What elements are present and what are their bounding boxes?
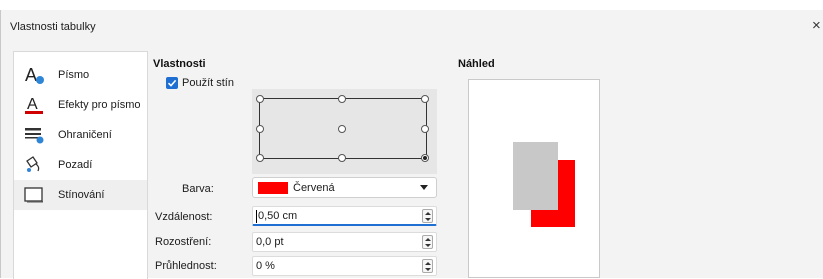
chevron-down-icon <box>420 185 428 190</box>
sidebar-item-shadow[interactable]: Stínování <box>14 180 147 210</box>
sidebar-item-background[interactable]: Pozadí <box>14 150 147 180</box>
position-bottom-left[interactable] <box>256 154 264 162</box>
position-top-right[interactable] <box>421 95 429 103</box>
text-caret <box>256 210 257 223</box>
color-label: Barva: <box>182 183 214 195</box>
distance-value: 0,50 cm <box>258 210 298 222</box>
transparency-value: 0 % <box>256 260 275 272</box>
spin-buttons[interactable] <box>422 209 433 223</box>
sidebar-item-borders[interactable]: Ohraničení <box>14 120 147 150</box>
spin-buttons[interactable] <box>422 259 433 273</box>
sidebar-item-label: Ohraničení <box>58 129 112 141</box>
dialog-title: Vlastnosti tabulky <box>10 21 96 33</box>
transparency-spinner[interactable]: 0 % <box>252 256 437 276</box>
svg-text:A: A <box>25 65 37 85</box>
position-bottom[interactable] <box>338 154 346 162</box>
sidebar-item-label: Písmo <box>58 69 90 81</box>
table-properties-dialog: Vlastnosti tabulky × A Písmo A Efekty pr… <box>0 10 823 279</box>
position-bottom-right[interactable] <box>421 154 429 162</box>
blur-value: 0,0 pt <box>256 236 284 248</box>
distance-label: Vzdálenost: <box>155 211 213 223</box>
svg-text:A: A <box>27 96 38 113</box>
font-icon: A <box>24 65 46 85</box>
font-effects-icon: A <box>24 95 46 115</box>
background-icon <box>24 155 46 175</box>
blur-label: Rozostření: <box>155 236 212 248</box>
spin-buttons[interactable] <box>422 235 433 249</box>
color-value: Červená <box>293 182 335 194</box>
blur-spinner[interactable]: 0,0 pt <box>252 232 437 252</box>
color-swatch <box>258 182 288 194</box>
sidebar-item-font[interactable]: A Písmo <box>14 60 147 90</box>
distance-spinner[interactable]: 0,50 cm <box>252 206 437 226</box>
sidebar-item-label: Stínování <box>58 189 105 201</box>
checkmark-icon <box>167 79 177 87</box>
sidebar-item-label: Pozadí <box>58 159 93 171</box>
position-top-left[interactable] <box>256 95 264 103</box>
shadow-position-selector <box>252 89 437 174</box>
borders-icon <box>24 125 46 145</box>
preview-heading: Náhled <box>458 58 495 70</box>
position-left[interactable] <box>256 125 264 133</box>
position-center[interactable] <box>338 125 346 133</box>
sidebar-item-font-effects[interactable]: A Efekty pro písmo <box>14 90 147 120</box>
preview-object <box>513 142 558 210</box>
title-bar: Vlastnosti tabulky × <box>1 10 823 44</box>
position-top[interactable] <box>338 95 346 103</box>
use-shadow-label: Použít stín <box>182 77 234 89</box>
transparency-label: Průhlednost: <box>155 260 217 272</box>
shadow-icon <box>24 185 46 205</box>
color-dropdown[interactable]: Červená <box>252 177 437 198</box>
sidebar: A Písmo A Efekty pro písmo Ohraničení Po… <box>13 51 148 279</box>
close-icon[interactable]: × <box>812 16 823 36</box>
position-right[interactable] <box>421 125 429 133</box>
preview-pane <box>468 79 600 278</box>
sidebar-item-label: Efekty pro písmo <box>58 99 141 111</box>
use-shadow-checkbox[interactable] <box>166 77 178 89</box>
properties-heading: Vlastnosti <box>153 58 206 70</box>
